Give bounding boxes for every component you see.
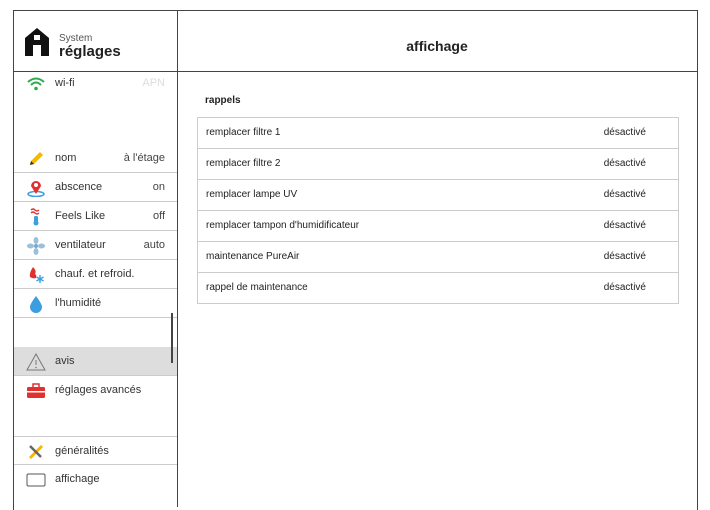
- sidebar-item-label: avis: [55, 355, 75, 367]
- reminder-value: désactivé: [603, 251, 646, 262]
- sidebar-item-fan[interactable]: ventilateur auto: [14, 231, 177, 260]
- sidebar-item-wifi[interactable]: wi-fi APN: [14, 71, 177, 97]
- reminders-list: remplacer filtre 1 désactivé remplacer f…: [197, 117, 679, 304]
- section-title: rappels: [205, 95, 241, 106]
- warning-triangle-icon: [26, 352, 46, 370]
- sidebar-item-label: nom: [55, 152, 77, 164]
- sidebar-item-label: chauf. et refroid.: [55, 268, 135, 280]
- wifi-icon: [26, 75, 46, 92]
- reminder-label: remplacer filtre 2: [206, 158, 281, 169]
- sidebar-item-label: wi-fi: [55, 77, 75, 89]
- sidebar-item-label: Feels Like: [55, 210, 106, 222]
- sidebar-item-label: généralités: [55, 445, 109, 457]
- reminder-row[interactable]: rappel de maintenance désactivé: [198, 273, 678, 303]
- reminder-row[interactable]: remplacer lampe UV désactivé: [198, 180, 678, 211]
- display-icon: [26, 471, 46, 488]
- sidebar-item-humidity[interactable]: l'humidité: [14, 289, 177, 318]
- sidebar-item-feels-like[interactable]: Feels Like off: [14, 202, 177, 231]
- reminder-row[interactable]: remplacer filtre 1 désactivé: [198, 118, 678, 149]
- sidebar-item-value: à l'étage: [123, 152, 165, 164]
- heat-cool-icon: [26, 266, 46, 283]
- sidebar-item-label: réglages avancés: [55, 384, 142, 396]
- sidebar-item-display[interactable]: affichage: [14, 465, 177, 494]
- sidebar-item-value: auto: [143, 239, 165, 251]
- sidebar-scrollbar[interactable]: [171, 313, 173, 363]
- tools-icon: [26, 443, 46, 460]
- pencil-icon: [26, 150, 46, 167]
- reminder-value: désactivé: [603, 282, 646, 293]
- sidebar-item-general[interactable]: généralités: [14, 436, 177, 465]
- reminder-label: maintenance PureAir: [206, 251, 300, 262]
- sidebar-item-label: l'humidité: [55, 297, 102, 309]
- sidebar-item-value: APN: [142, 77, 165, 89]
- page-title: affichage: [406, 38, 468, 54]
- reminder-row[interactable]: remplacer filtre 2 désactivé: [198, 149, 678, 180]
- reminder-value: désactivé: [603, 158, 646, 169]
- location-pin-icon: [26, 179, 46, 197]
- reminder-label: rappel de maintenance: [206, 282, 308, 293]
- reminder-label: remplacer lampe UV: [206, 189, 298, 200]
- sidebar-title: réglages: [59, 43, 121, 60]
- reminder-value: désactivé: [603, 127, 646, 138]
- reminder-row[interactable]: remplacer tampon d'humidificateur désact…: [198, 211, 678, 242]
- sidebar-header: System réglages: [14, 11, 177, 72]
- reminder-value: désactivé: [603, 220, 646, 231]
- content-header: affichage: [177, 11, 697, 72]
- sidebar-item-alerts[interactable]: avis: [14, 347, 177, 376]
- reminder-value: désactivé: [603, 189, 646, 200]
- sidebar-item-away[interactable]: abscence on: [14, 173, 177, 202]
- sidebar-item-advanced[interactable]: réglages avancés: [14, 376, 177, 405]
- sidebar-item-label: affichage: [55, 473, 100, 485]
- reminder-label: remplacer filtre 1: [206, 127, 281, 138]
- water-drop-icon: [26, 295, 46, 313]
- home-icon[interactable]: [24, 27, 50, 57]
- sidebar-item-name[interactable]: nom à l'étage: [14, 144, 177, 173]
- reminder-row[interactable]: maintenance PureAir désactivé: [198, 242, 678, 273]
- sidebar-item-value: off: [152, 210, 165, 222]
- sidebar-item-label: ventilateur: [55, 239, 106, 251]
- toolbox-icon: [26, 382, 46, 399]
- sidebar-item-heat-cool[interactable]: chauf. et refroid.: [14, 260, 177, 289]
- settings-sidebar: System réglages wi-fi APN nom à l'étage …: [14, 11, 178, 507]
- feels-like-icon: [26, 207, 46, 225]
- reminder-label: remplacer tampon d'humidificateur: [206, 220, 360, 231]
- sidebar-item-value: on: [152, 181, 165, 193]
- fan-icon: [26, 236, 46, 255]
- sidebar-item-label: abscence: [55, 181, 103, 193]
